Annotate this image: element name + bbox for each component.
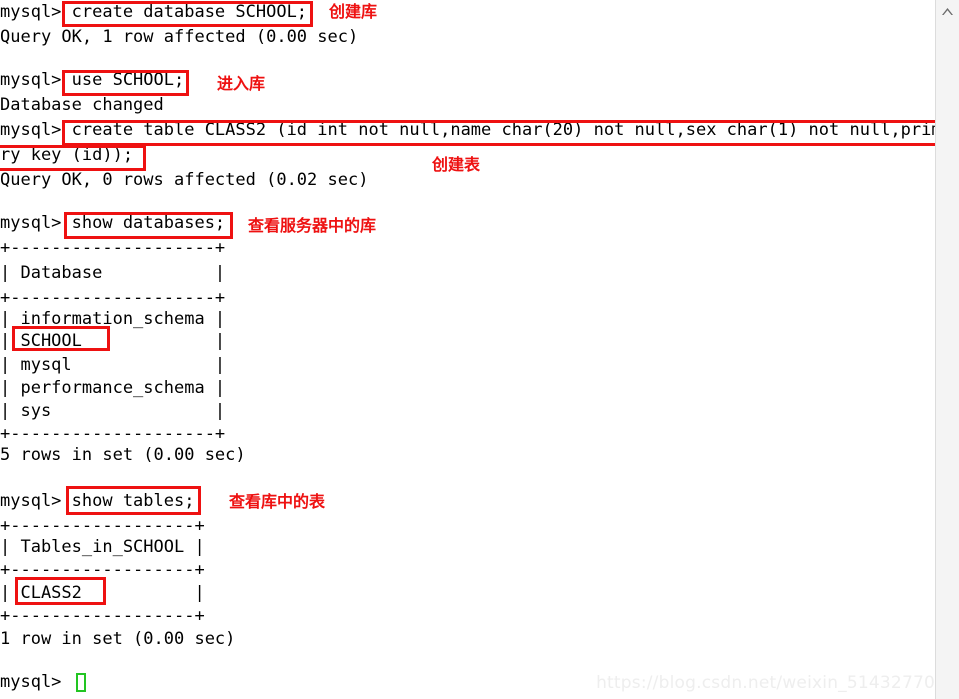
- terminal-line: +------------------+: [0, 560, 205, 580]
- terminal-line: | performance_schema |: [0, 378, 226, 398]
- terminal-line: | CLASS2 |: [0, 583, 205, 603]
- annotation-show-databases: 查看服务器中的库: [248, 216, 377, 235]
- terminal-line: +--------------------+: [0, 238, 226, 258]
- terminal-line: Query OK, 0 rows affected (0.02 sec): [0, 170, 369, 190]
- terminal-line: | SCHOOL |: [0, 331, 226, 351]
- terminal-line: | Database |: [0, 263, 226, 283]
- terminal-line: 1 row in set (0.00 sec): [0, 629, 236, 649]
- annotation-show-tables: 查看库中的表: [229, 492, 326, 511]
- annotation-create-database: 创建库: [329, 2, 378, 21]
- annotation-use-database: 进入库: [217, 74, 266, 93]
- chevron-up-icon[interactable]: [936, 0, 959, 22]
- terminal-screenshot: mysql> create database SCHOOL; Query OK, …: [0, 0, 959, 699]
- terminal-line: mysql> use SCHOOL;: [0, 70, 185, 90]
- annotation-create-table: 创建表: [432, 155, 481, 174]
- terminal-line: | sys |: [0, 401, 226, 421]
- terminal-line: mysql> create database SCHOOL;: [0, 2, 308, 22]
- terminal-cursor: [76, 673, 86, 692]
- terminal-line: mysql>: [0, 672, 62, 692]
- terminal-line: 5 rows in set (0.00 sec): [0, 445, 246, 465]
- terminal-line: | Tables_in_SCHOOL |: [0, 537, 205, 557]
- terminal-line: Database changed: [0, 95, 164, 115]
- watermark: https://blog.csdn.net/weixin_51432770: [596, 673, 935, 693]
- terminal-line: +------------------+: [0, 606, 205, 626]
- vertical-scrollbar[interactable]: [935, 0, 959, 699]
- terminal-line: ry key (id));: [0, 145, 134, 165]
- terminal-line: mysql> create table CLASS2 (id int not n…: [0, 120, 952, 140]
- terminal-output[interactable]: mysql> create database SCHOOL; Query OK, …: [0, 0, 952, 699]
- terminal-line: | mysql |: [0, 355, 226, 375]
- terminal-line: mysql> show tables;: [0, 491, 195, 511]
- terminal-line: mysql> show databases;: [0, 213, 226, 233]
- terminal-line: Query OK, 1 row affected (0.00 sec): [0, 27, 359, 47]
